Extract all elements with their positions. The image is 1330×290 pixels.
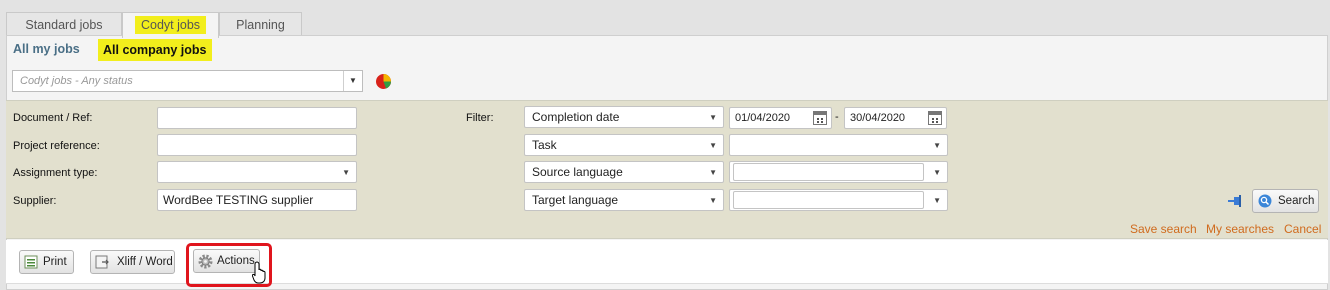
task-value-select[interactable]: ▼ bbox=[729, 134, 948, 156]
tab-label: Standard jobs bbox=[25, 18, 103, 32]
print-button-label: Print bbox=[43, 256, 67, 268]
cancel-link[interactable]: Cancel bbox=[1284, 222, 1321, 236]
hand-cursor-icon bbox=[252, 261, 266, 284]
tab-codyt-jobs[interactable]: Codyt jobs bbox=[122, 12, 219, 38]
tab-label: Codyt jobs bbox=[134, 16, 207, 34]
source-language-input[interactable] bbox=[733, 163, 924, 181]
job-status-value: Codyt jobs - Any status bbox=[20, 75, 133, 87]
tab-standard-jobs[interactable]: Standard jobs bbox=[6, 12, 122, 36]
filter-field-select[interactable]: Task ▼ bbox=[524, 134, 724, 156]
filter-field-value: Source language bbox=[532, 165, 623, 179]
date-from-value: 01/04/2020 bbox=[735, 112, 791, 124]
xliff-word-button-label: Xliff / Word bbox=[117, 256, 173, 268]
print-button[interactable]: Print bbox=[19, 250, 74, 274]
date-to-value: 30/04/2020 bbox=[850, 112, 906, 124]
search-button-label: Search bbox=[1278, 195, 1315, 207]
job-status-select[interactable]: Codyt jobs - Any status ▼ bbox=[12, 70, 363, 92]
tab-label: Planning bbox=[236, 18, 285, 32]
project-reference-input[interactable] bbox=[157, 134, 357, 156]
actions-button-label: Actions bbox=[217, 255, 255, 267]
save-search-link[interactable]: Save search bbox=[1130, 222, 1197, 236]
target-language-select[interactable]: ▼ bbox=[729, 189, 948, 211]
filter-field-value: Completion date bbox=[532, 110, 620, 124]
subtab-all-company-jobs[interactable]: All company jobs bbox=[98, 39, 212, 61]
project-reference-label: Project reference: bbox=[13, 140, 100, 152]
assignment-type-select[interactable]: ▼ bbox=[157, 161, 357, 183]
source-language-select[interactable]: ▼ bbox=[729, 161, 948, 183]
chevron-down-icon: ▼ bbox=[709, 196, 717, 205]
chevron-down-icon: ▼ bbox=[342, 168, 350, 177]
supplier-label: Supplier: bbox=[13, 195, 57, 207]
supplier-input[interactable]: WordBee TESTING supplier bbox=[157, 189, 357, 211]
assignment-type-label: Assignment type: bbox=[13, 167, 98, 179]
chevron-down-icon: ▼ bbox=[709, 113, 717, 122]
calendar-icon[interactable] bbox=[813, 111, 827, 125]
xliff-word-button[interactable]: Xliff / Word bbox=[90, 250, 175, 274]
subtab-all-my-jobs[interactable]: All my jobs bbox=[13, 36, 80, 62]
target-language-input[interactable] bbox=[733, 191, 924, 209]
filter-field-select[interactable]: Target language ▼ bbox=[524, 189, 724, 211]
chevron-down-icon: ▼ bbox=[933, 196, 941, 205]
chevron-down-icon: ▼ bbox=[933, 168, 941, 177]
document-ref-label: Document / Ref: bbox=[13, 112, 93, 124]
pin-icon[interactable] bbox=[1227, 194, 1243, 208]
chevron-down-icon: ▼ bbox=[933, 141, 941, 150]
filter-field-select[interactable]: Source language ▼ bbox=[524, 161, 724, 183]
tab-planning[interactable]: Planning bbox=[219, 12, 302, 36]
filter-field-select[interactable]: Completion date ▼ bbox=[524, 106, 724, 128]
excel-icon bbox=[24, 255, 38, 269]
document-ref-input[interactable] bbox=[157, 107, 357, 129]
chevron-down-icon: ▼ bbox=[343, 71, 362, 91]
export-document-icon bbox=[95, 255, 109, 269]
filter-field-value: Target language bbox=[532, 193, 619, 207]
chevron-down-icon: ▼ bbox=[709, 141, 717, 150]
date-range-separator: - bbox=[835, 111, 839, 123]
filter-field-value: Task bbox=[532, 138, 557, 152]
search-icon bbox=[1258, 194, 1272, 208]
pie-chart-icon[interactable] bbox=[375, 73, 392, 90]
gear-icon bbox=[198, 254, 213, 269]
my-searches-link[interactable]: My searches bbox=[1206, 222, 1274, 236]
chevron-down-icon: ▼ bbox=[709, 168, 717, 177]
actions-button[interactable]: Actions bbox=[193, 249, 260, 273]
filter-label: Filter: bbox=[466, 112, 494, 124]
calendar-icon[interactable] bbox=[928, 111, 942, 125]
search-button[interactable]: Search bbox=[1252, 189, 1319, 213]
